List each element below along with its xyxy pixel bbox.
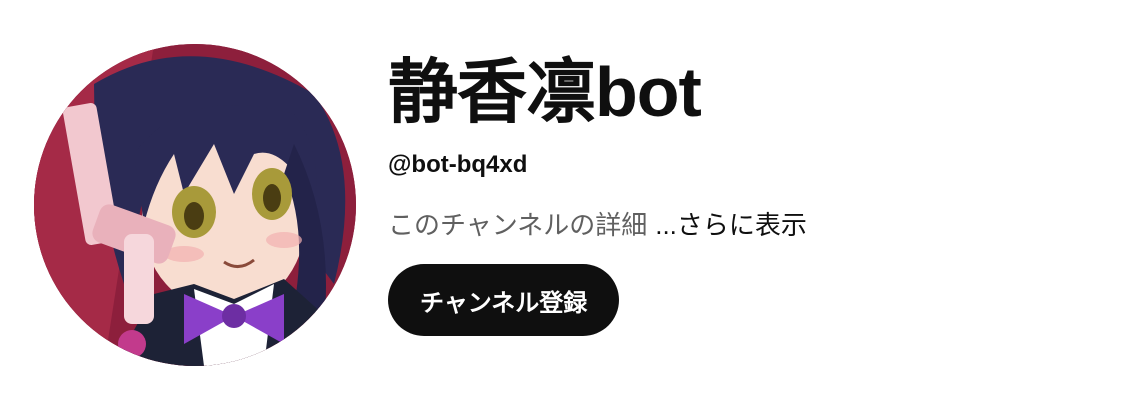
- channel-info: 静香凛bot @bot-bq4xd このチャンネルの詳細 ...さらに表示 チャ…: [388, 50, 807, 336]
- channel-avatar[interactable]: [34, 44, 356, 366]
- channel-description: このチャンネルの詳細: [388, 210, 648, 240]
- channel-handle: @bot-bq4xd: [388, 151, 528, 178]
- channel-description-row[interactable]: このチャンネルの詳細 ...さらに表示: [388, 208, 807, 242]
- channel-name: 静香凛bot: [388, 53, 702, 131]
- channel-header: 静香凛bot @bot-bq4xd このチャンネルの詳細 ...さらに表示 チャ…: [0, 0, 1144, 410]
- avatar-illustration: [34, 44, 356, 366]
- show-more-link[interactable]: ...さらに表示: [655, 208, 807, 242]
- subscribe-button[interactable]: チャンネル登録: [388, 264, 620, 336]
